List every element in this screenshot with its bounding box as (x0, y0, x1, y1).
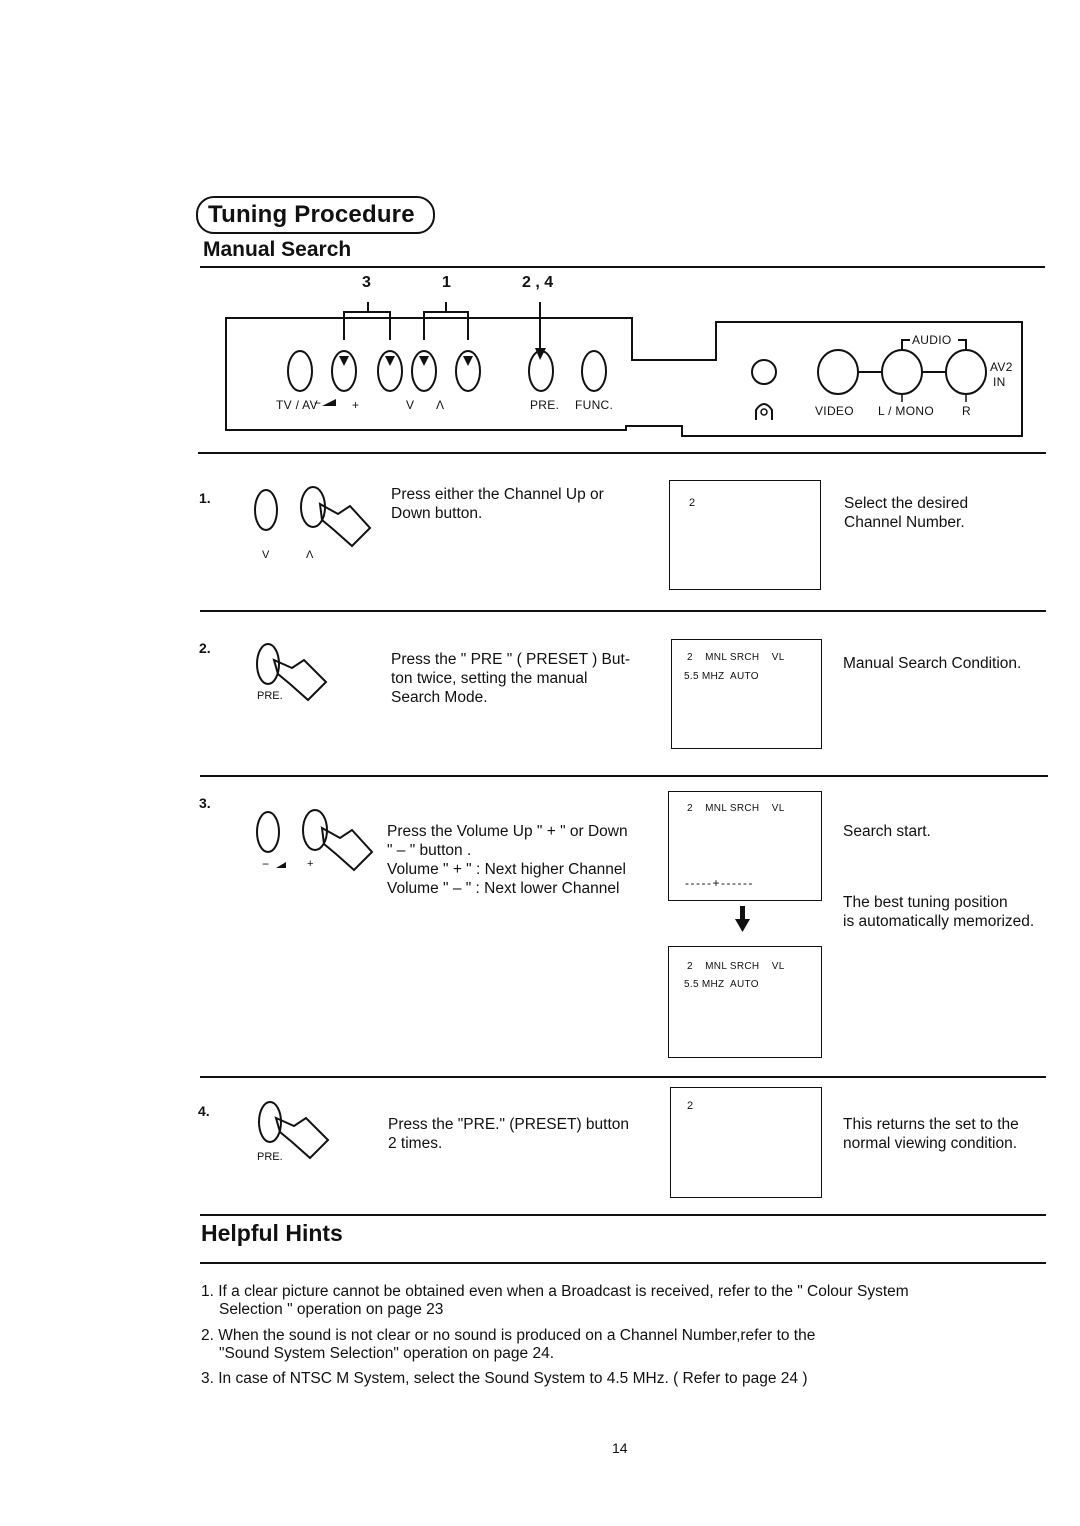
osd-screen-after: 2 MNL SRCH VL 5.5 MHZ AUTO (668, 946, 822, 1058)
step-number: 4. (198, 1103, 210, 1119)
label-r: R (962, 404, 971, 418)
label-volume-down: − (262, 857, 270, 871)
tuning-bar: -----+------ (685, 876, 754, 890)
headphone-jack (751, 359, 777, 385)
label-volume-up: + (307, 858, 314, 870)
volume-wedge-icon (322, 399, 336, 406)
video-jack (817, 349, 859, 395)
tv-av-button (287, 350, 313, 392)
divider (200, 610, 1046, 612)
osd-screen: 2 (669, 480, 821, 590)
divider (200, 1214, 1046, 1216)
hint-item: 1. If a clear picture cannot be obtained… (201, 1283, 909, 1318)
label-channel-down: V (406, 398, 415, 412)
divider (200, 1076, 1046, 1078)
step-instruction: Press the " PRE " ( PRESET ) But- ton tw… (391, 651, 630, 706)
label-tv-av: TV / AV (276, 398, 318, 412)
label-volume-down: − (314, 396, 322, 410)
step-number: 1. (199, 490, 211, 506)
step-instruction: Press the Volume Up " + " or Down " – " … (387, 823, 628, 897)
front-panel-outline (225, 317, 1023, 437)
label-l-mono: L / MONO (878, 404, 934, 418)
osd-screen: 2 (670, 1087, 822, 1198)
step-note: Search start. (843, 823, 931, 840)
headphone-icon (755, 403, 773, 420)
step-number: 2. (199, 640, 211, 656)
step-number: 3. (199, 795, 211, 811)
step-note: Select the desired Channel Number. (844, 495, 969, 531)
label-function: FUNC. (575, 398, 614, 412)
label-channel-up: Λ (436, 398, 445, 412)
divider (200, 775, 1048, 777)
hand-pressing-icon (256, 809, 374, 872)
audio-left-jack (881, 349, 923, 395)
label-video: VIDEO (815, 404, 854, 418)
page-number: 14 (612, 1440, 628, 1456)
step-note: This returns the set to the normal viewi… (843, 1116, 1019, 1152)
down-arrow-icon (735, 906, 750, 932)
label-av2: AV2 (990, 360, 1013, 374)
label-preset: PRE. (530, 398, 560, 412)
step-note: Manual Search Condition. (843, 655, 1022, 672)
label-channel-up: Λ (306, 549, 314, 561)
label-volume-up: + (352, 398, 360, 412)
osd-screen: 2 MNL SRCH VL 5.5 MHZ AUTO (671, 639, 822, 749)
divider (198, 452, 1046, 454)
callout-bracket-1 (423, 311, 469, 340)
function-button (581, 350, 607, 392)
hint-item: 3. In case of NTSC M System, select the … (201, 1370, 808, 1387)
control-panel-diagram (225, 302, 1023, 437)
step-instruction: Press the "PRE." (PRESET) button 2 times… (388, 1116, 630, 1152)
callout-bracket-3 (343, 311, 391, 340)
hint-item: 2. When the sound is not clear or no sou… (201, 1327, 816, 1362)
hand-pressing-icon (254, 486, 372, 548)
osd-screen: 2 MNL SRCH VL -----+------ (668, 791, 822, 901)
audio-right-jack (945, 349, 987, 395)
volume-wedge-icon (276, 862, 286, 868)
label-channel-down: V (262, 549, 270, 561)
label-audio: AUDIO (912, 333, 952, 347)
divider (200, 1262, 1046, 1264)
label-preset: PRE. (257, 690, 283, 702)
label-preset: PRE. (257, 1151, 283, 1163)
hints-title: Helpful Hints (201, 1220, 343, 1246)
step-instruction: Press either the Channel Up or Down butt… (391, 486, 604, 522)
label-in: IN (993, 375, 1006, 389)
step-note-2: The best tuning position is automaticall… (843, 894, 1035, 930)
